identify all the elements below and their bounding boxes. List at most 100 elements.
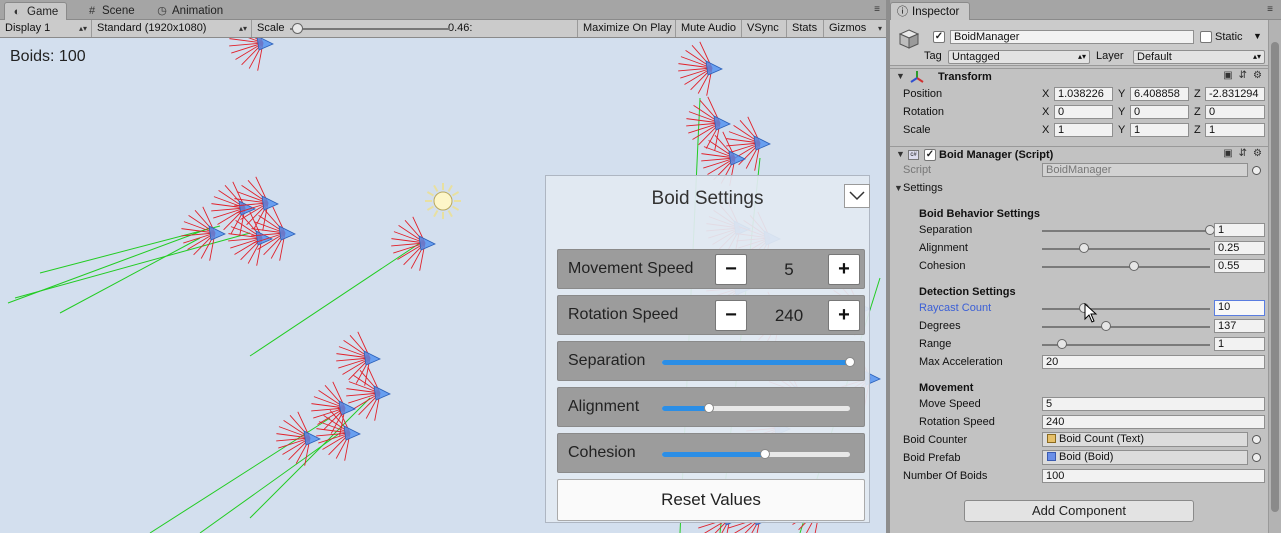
tag-dropdown[interactable]: Untagged ▴▾ [948,50,1090,64]
scale-y-field[interactable]: 1 [1130,123,1189,137]
static-checkbox[interactable] [1200,31,1212,43]
degrees-slider-knob[interactable] [1101,321,1111,331]
collapse-button[interactable] [844,184,870,208]
raycast-count-slider-track[interactable] [1042,308,1210,310]
rotation-z-field[interactable]: 0 [1205,105,1265,119]
inspector-panel: ⓘ Inspector ≡ ✓ BoidManager Static ▼ Tag… [890,0,1281,533]
preset-icon[interactable]: ⇵ [1239,148,1247,159]
axis-z-label: Z [1194,88,1201,100]
cohesion-slider-knob[interactable] [760,449,770,459]
degrees-slider-track[interactable] [1042,326,1210,328]
number-of-boids-field[interactable]: 100 [1042,469,1265,483]
scale-slider-track[interactable] [290,28,450,30]
position-y-field[interactable]: 6.408858 [1130,87,1189,101]
axis-y-label: Y [1118,106,1126,118]
cohesion-slider-track[interactable] [1042,266,1210,268]
tab-scene[interactable]: # Scene [80,2,143,20]
settings-foldout[interactable]: Settings [903,181,943,195]
rotation-speed-increment[interactable]: + [828,300,860,331]
scrollbar-thumb[interactable] [1271,42,1279,512]
movement-speed-decrement[interactable]: − [715,254,747,285]
detection-header: Detection Settings [919,286,1016,298]
position-label: Position [903,88,943,100]
position-x-field[interactable]: 1.038226 [1054,87,1113,101]
transform-header[interactable]: ▼ Transform ▣ ⇵ ⚙ [890,68,1268,85]
boid-counter-field[interactable]: Boid Count (Text) [1042,432,1248,447]
boid [336,331,381,386]
maximize-on-play-toggle[interactable]: Maximize On Play [578,20,676,37]
stats-toggle[interactable]: Stats [787,20,824,37]
cohesion-field[interactable]: 0.55 [1214,259,1265,273]
game-viewport[interactable]: Boids: 100 Boid Settings Movement Speed … [0,38,886,533]
active-checkbox[interactable]: ✓ [933,31,945,43]
boid-manager-header[interactable]: ▼ c# ✓ Boid Manager (Script) ▣ ⇵ ⚙ [890,146,1268,163]
separation-slider-track[interactable] [1042,230,1210,232]
chevron-down-icon[interactable]: ▼ [1253,29,1262,43]
boid-prefab-field[interactable]: Boid (Boid) [1042,450,1248,465]
axis-z-label: Z [1194,124,1201,136]
alignment-slider-track[interactable] [1042,248,1210,250]
raycast-count-field[interactable]: 10 [1214,300,1265,316]
alignment-field[interactable]: 0.25 [1214,241,1265,255]
alignment-label: Alignment [568,398,640,415]
clock-icon: ◷ [157,5,167,17]
fold-open-icon[interactable]: ▼ [896,149,905,159]
object-name-field[interactable]: BoidManager [950,30,1194,44]
chevron-down-icon: ▾ [877,24,882,33]
scale-x-field[interactable]: 1 [1054,123,1113,137]
tab-inspector[interactable]: ⓘ Inspector [890,2,971,20]
panel-menu-icon[interactable]: ≡ [1267,4,1273,15]
degrees-field[interactable]: 137 [1214,319,1265,333]
tag-label: Tag [924,50,942,62]
position-z-field[interactable]: -2.831294 [1205,87,1265,101]
move-speed-field[interactable]: 5 [1042,397,1265,411]
help-book-icon[interactable]: ▣ [1223,148,1232,159]
gear-icon[interactable]: ⚙ [1253,148,1262,159]
game-panel: ◐ Game # Scene ◷ Animation ≡ Display 1 ▴▾… [0,0,886,533]
range-slider-track[interactable] [1042,344,1210,346]
scale-slider-knob[interactable] [292,23,303,34]
alignment-slider-knob[interactable] [1079,243,1089,253]
movement-speed-increment[interactable]: + [828,254,860,285]
inspector-scrollbar[interactable] [1268,20,1281,533]
gizmos-dropdown[interactable]: Gizmos ▾ [824,20,886,37]
tab-game[interactable]: ◐ Game [4,2,68,20]
layer-dropdown[interactable]: Default ▴▾ [1133,50,1265,64]
preset-icon[interactable]: ⇵ [1239,70,1247,81]
component-enabled-checkbox[interactable]: ✓ [924,149,936,161]
tab-animation[interactable]: ◷ Animation [150,2,231,20]
separation-slider-knob[interactable] [845,357,855,367]
boid [311,381,356,436]
cohesion-slider-knob[interactable] [1129,261,1139,271]
vsync-toggle[interactable]: VSync [742,20,787,37]
object-picker-icon[interactable] [1252,453,1261,462]
reset-values-button[interactable]: Reset Values [557,479,865,521]
scale-z-field[interactable]: 1 [1205,123,1265,137]
rotation-y-field[interactable]: 0 [1130,105,1189,119]
add-component-button[interactable]: Add Component [964,500,1194,522]
rotation-speed-row: Rotation Speed − 240 + [557,295,865,335]
raycast-count-label: Raycast Count [919,302,992,314]
degrees-label: Degrees [919,320,961,332]
separation-field[interactable]: 1 [1214,223,1265,237]
display-dropdown[interactable]: Display 1 ▴▾ [0,20,92,37]
max-acceleration-field[interactable]: 20 [1042,355,1265,369]
range-slider-knob[interactable] [1057,339,1067,349]
panel-menu-icon[interactable]: ≡ [874,4,880,15]
resolution-dropdown[interactable]: Standard (1920x1080) ▴▾ [92,20,252,37]
rotation-speed-field[interactable]: 240 [1042,415,1265,429]
fold-open-icon[interactable]: ▼ [896,71,905,81]
alignment-slider-knob[interactable] [704,403,714,413]
fold-open-icon[interactable]: ▼ [894,183,903,193]
alignment-slider-fill [662,406,709,411]
range-field[interactable]: 1 [1214,337,1265,351]
gear-icon[interactable]: ⚙ [1253,70,1262,81]
chevron-down-icon: ▴▾ [78,24,87,33]
rotation-speed-decrement[interactable]: − [715,300,747,331]
help-book-icon[interactable]: ▣ [1223,70,1232,81]
mute-audio-toggle[interactable]: Mute Audio [676,20,742,37]
velocity-trail [199,432,341,533]
object-picker-icon[interactable] [1252,435,1261,444]
static-label: Static [1215,31,1243,43]
rotation-x-field[interactable]: 0 [1054,105,1113,119]
